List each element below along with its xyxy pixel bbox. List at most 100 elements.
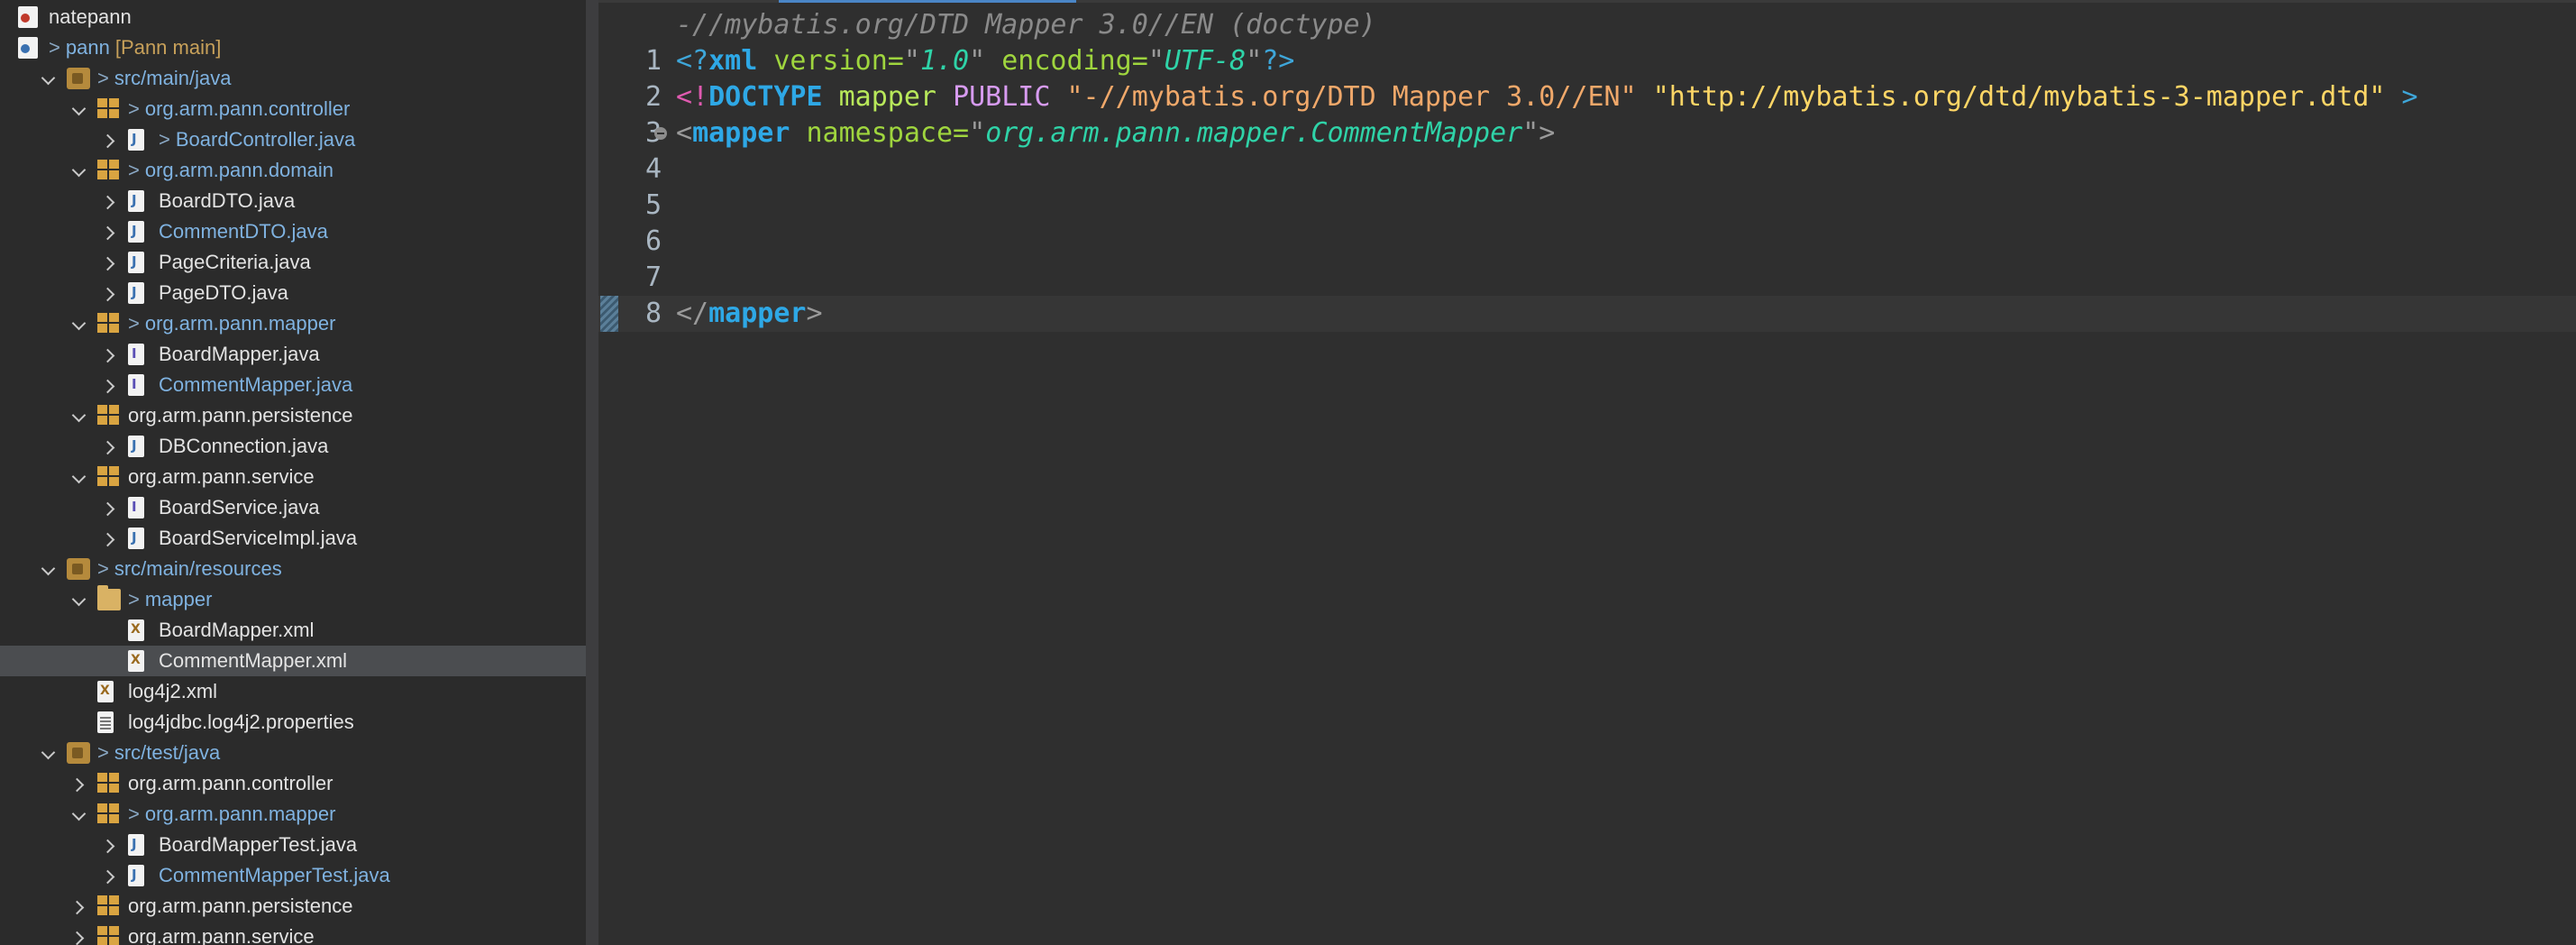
tree-item[interactable]: BoardMapper.java	[0, 339, 586, 370]
tree-item[interactable]: natepann	[0, 2, 586, 32]
chevron-right-icon[interactable]	[99, 278, 121, 308]
tree-item[interactable]: log4j2.xml	[0, 676, 586, 707]
tree-item[interactable]: org.arm.pann.persistence	[0, 891, 586, 922]
tree-item-label: > src/test/java	[97, 738, 220, 768]
chevron-down-icon[interactable]	[38, 63, 59, 94]
tree-item[interactable]: > org.arm.pann.controller	[0, 94, 586, 124]
tree-item-name: CommentMapper.java	[159, 373, 353, 396]
tree-item[interactable]: BoardServiceImpl.java	[0, 523, 586, 554]
java-file-icon	[128, 436, 144, 457]
tree-item[interactable]: >BoardController.java	[0, 124, 586, 155]
chevron-right-icon[interactable]	[69, 768, 90, 799]
chevron-down-icon[interactable]	[69, 308, 90, 339]
tree-item[interactable]: > src/main/java	[0, 63, 586, 94]
tree-item[interactable]: > org.arm.pann.mapper	[0, 308, 586, 339]
tree-item-name: CommentMapper.xml	[159, 649, 348, 672]
tree-item-name: BoardServiceImpl.java	[159, 527, 358, 549]
modified-marker: >	[49, 36, 60, 59]
tree-item-name: pann	[65, 36, 110, 59]
package-icon	[97, 466, 121, 488]
tree-item[interactable]: PageDTO.java	[0, 278, 586, 308]
chevron-right-icon[interactable]	[69, 891, 90, 922]
chevron-right-icon[interactable]	[99, 124, 121, 155]
project-icon	[18, 37, 38, 59]
code-line[interactable]: 6	[598, 224, 2576, 260]
chevron-down-icon[interactable]	[69, 94, 90, 124]
chevron-right-icon[interactable]	[99, 370, 121, 400]
tree-item[interactable]: BoardService.java	[0, 492, 586, 523]
chevron-down-icon[interactable]	[69, 462, 90, 492]
code-line[interactable]: 5	[598, 188, 2576, 224]
code-line[interactable]: 2 <!DOCTYPE mapper PUBLIC "-//mybatis.org…	[598, 79, 2576, 115]
editor-breadcrumb[interactable]: -//mybatis.org/DTD Mapper 3.0//EN (docty…	[676, 7, 1376, 43]
tree-item-name: org.arm.pann.mapper	[144, 312, 336, 335]
tree-item[interactable]: > mapper	[0, 584, 586, 615]
code-token: <!	[676, 81, 709, 113]
chevron-down-icon[interactable]	[69, 155, 90, 186]
chevron-down-icon[interactable]	[69, 400, 90, 431]
tree-item[interactable]: log4jdbc.log4j2.properties	[0, 707, 586, 738]
line-number: 4	[644, 153, 662, 185]
chevron-right-icon[interactable]	[99, 431, 121, 462]
java-file-icon	[128, 129, 144, 151]
chevron-right-icon[interactable]	[99, 247, 121, 278]
tree-item[interactable]: > src/test/java	[0, 738, 586, 768]
panel-splitter[interactable]	[586, 0, 598, 945]
code-line[interactable]: 8 </mapper>	[598, 296, 2576, 332]
tree-item-label: BoardMapperTest.java	[159, 830, 357, 860]
chevron-right-icon[interactable]	[99, 830, 121, 860]
code-line[interactable]: 7	[598, 260, 2576, 296]
java-file-icon	[128, 865, 144, 886]
tree-item-name: BoardDTO.java	[159, 189, 296, 212]
tree-item-label: BoardDTO.java	[159, 186, 295, 216]
tree-item-label: org.arm.pann.persistence	[128, 400, 352, 431]
fold-toggle-icon[interactable]	[654, 127, 667, 140]
tree-item[interactable]: > src/main/resources	[0, 554, 586, 584]
code-line[interactable]: 1 <?xml version="1.0" encoding="UTF-8"?>	[598, 43, 2576, 79]
chevron-right-icon[interactable]	[99, 186, 121, 216]
tree-item[interactable]: PageCriteria.java	[0, 247, 586, 278]
chevron-right-icon[interactable]	[99, 523, 121, 554]
java-file-icon	[128, 221, 144, 243]
tree-item[interactable]: BoardMapperTest.java	[0, 830, 586, 860]
project-icon	[18, 6, 38, 28]
tree-item-name: BoardController.java	[175, 128, 356, 151]
tree-item[interactable]: CommentMapperTest.java	[0, 860, 586, 891]
tree-item-name: org.arm.pann.mapper	[144, 803, 336, 825]
code-line[interactable]: 4	[598, 151, 2576, 188]
project-explorer: natepann > pann [Pann main] > src/main/java >…	[0, 0, 586, 945]
tree-item[interactable]: org.arm.pann.service	[0, 922, 586, 945]
tree-item[interactable]: > org.arm.pann.mapper	[0, 799, 586, 830]
chevron-right-icon[interactable]	[99, 860, 121, 891]
line-number: 8	[644, 298, 662, 329]
tree-item[interactable]: org.arm.pann.persistence	[0, 400, 586, 431]
tree-item[interactable]: DBConnection.java	[0, 431, 586, 462]
tree-item[interactable]: CommentDTO.java	[0, 216, 586, 247]
tree-item[interactable]: > pann [Pann main]	[0, 32, 586, 63]
chevron-right-icon[interactable]	[99, 216, 121, 247]
chevron-right-icon[interactable]	[99, 492, 121, 523]
chevron-right-icon[interactable]	[69, 922, 90, 945]
chevron-down-icon[interactable]	[69, 799, 90, 830]
tree-item[interactable]: BoardMapper.xml	[0, 615, 586, 646]
tree-item-name: BoardMapperTest.java	[159, 833, 358, 856]
tree-item-name: BoardService.java	[159, 496, 320, 518]
tree-item[interactable]: org.arm.pann.service	[0, 462, 586, 492]
source-folder-icon	[67, 742, 90, 764]
code-token: org.arm.pann.mapper.CommentMapper	[985, 117, 1523, 149]
tree-item-label: CommentMapperTest.java	[159, 860, 390, 891]
code-token: version=	[757, 45, 904, 77]
chevron-down-icon[interactable]	[69, 584, 90, 615]
tree-item[interactable]: > org.arm.pann.domain	[0, 155, 586, 186]
chevron-down-icon[interactable]	[38, 738, 59, 768]
java-file-icon	[128, 190, 144, 212]
tree-item[interactable]: BoardDTO.java	[0, 186, 586, 216]
code-editor[interactable]: -//mybatis.org/DTD Mapper 3.0//EN (docty…	[598, 0, 2576, 945]
tree-item[interactable]: org.arm.pann.controller	[0, 768, 586, 799]
code-line[interactable]: 3 <mapper namespace="org.arm.pann.mapper.…	[598, 115, 2576, 151]
tree-item[interactable]: CommentMapper.java	[0, 370, 586, 400]
tree-item[interactable]: CommentMapper.xml	[0, 646, 586, 676]
code-token: namespace=	[790, 117, 970, 149]
chevron-right-icon[interactable]	[99, 339, 121, 370]
chevron-down-icon[interactable]	[38, 554, 59, 584]
